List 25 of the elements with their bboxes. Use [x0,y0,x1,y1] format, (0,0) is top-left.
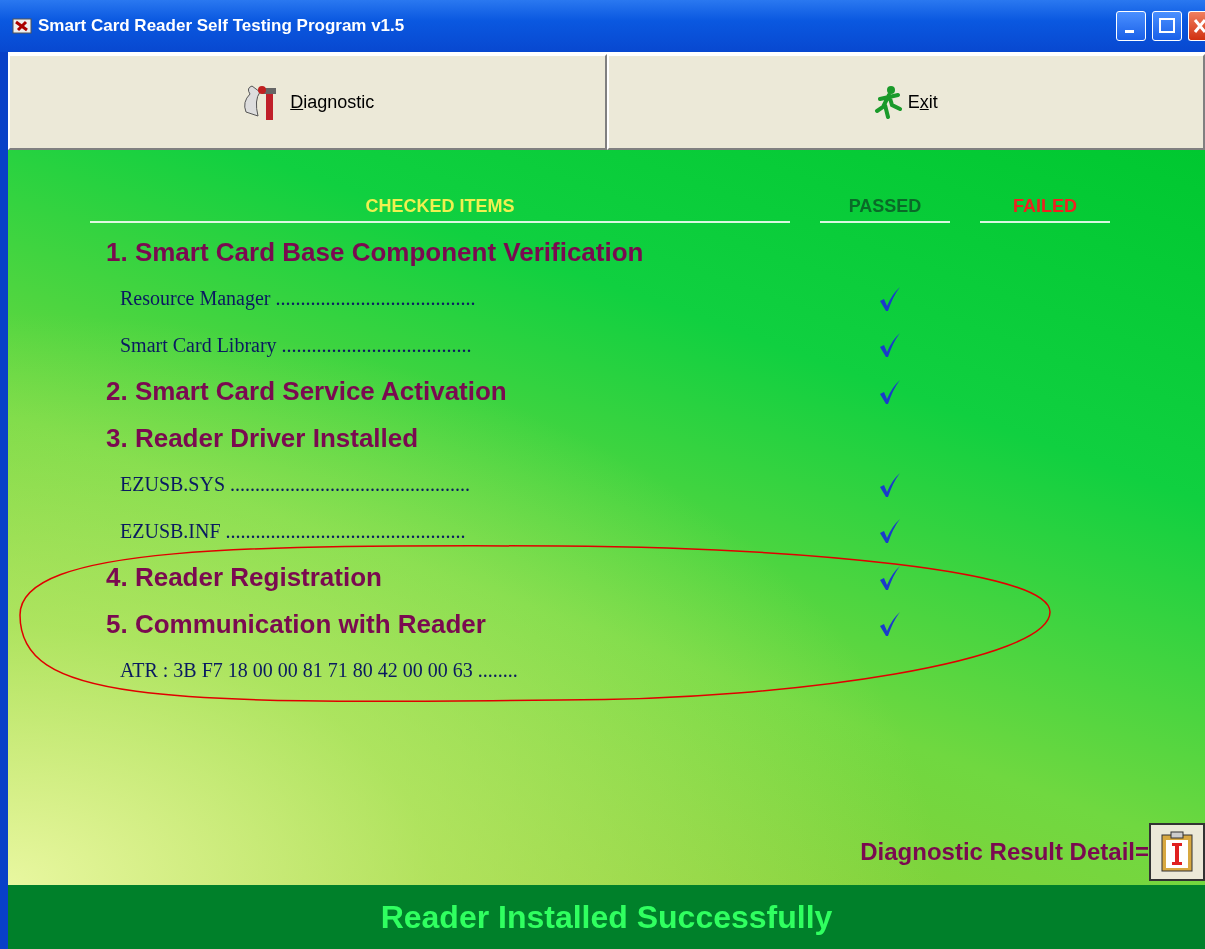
running-person-icon [873,85,904,119]
section-title: 2. Smart Card Service Activation [105,376,508,408]
section-title: 5. Communication with Reader [105,608,487,640]
column-header: CHECKED ITEMS [90,196,790,223]
close-button[interactable] [1188,11,1205,41]
item-label: Smart Card Library ...................................... [119,333,473,357]
column-header: FAILED [980,196,1110,223]
minimize-icon [1125,30,1134,33]
item-label: EZUSB.INF ................................................ [119,519,467,543]
maximize-button[interactable] [1152,11,1182,41]
minimize-button[interactable] [1116,11,1146,41]
window-title: Smart Card Reader Self Testing Program v1.5 [38,16,405,36]
result-detail-label: Diagnostic Result Detail= [860,838,1149,866]
section-title: 4. Reader Registration [105,562,383,594]
section-title: 1. Smart Card Base Component Verification [105,236,645,268]
exit-button[interactable]: Exit [606,54,1205,150]
diagnostic-button[interactable]: Diagnostic [8,54,607,150]
clipboard-button[interactable] [1149,823,1205,881]
section-title: 3. Reader Driver Installed [105,422,420,454]
item-label: Resource Manager ........................................ [119,287,477,311]
item-label: EZUSB.SYS ................................................ [119,473,472,497]
column-header: PASSED [820,196,950,223]
status-message: Reader Installed Successfully [380,898,833,936]
clipboard-icon [1160,831,1194,873]
item-label: ATR : 3B F7 18 00 00 81 71 80 42 00 00 63 ........ [119,659,519,683]
